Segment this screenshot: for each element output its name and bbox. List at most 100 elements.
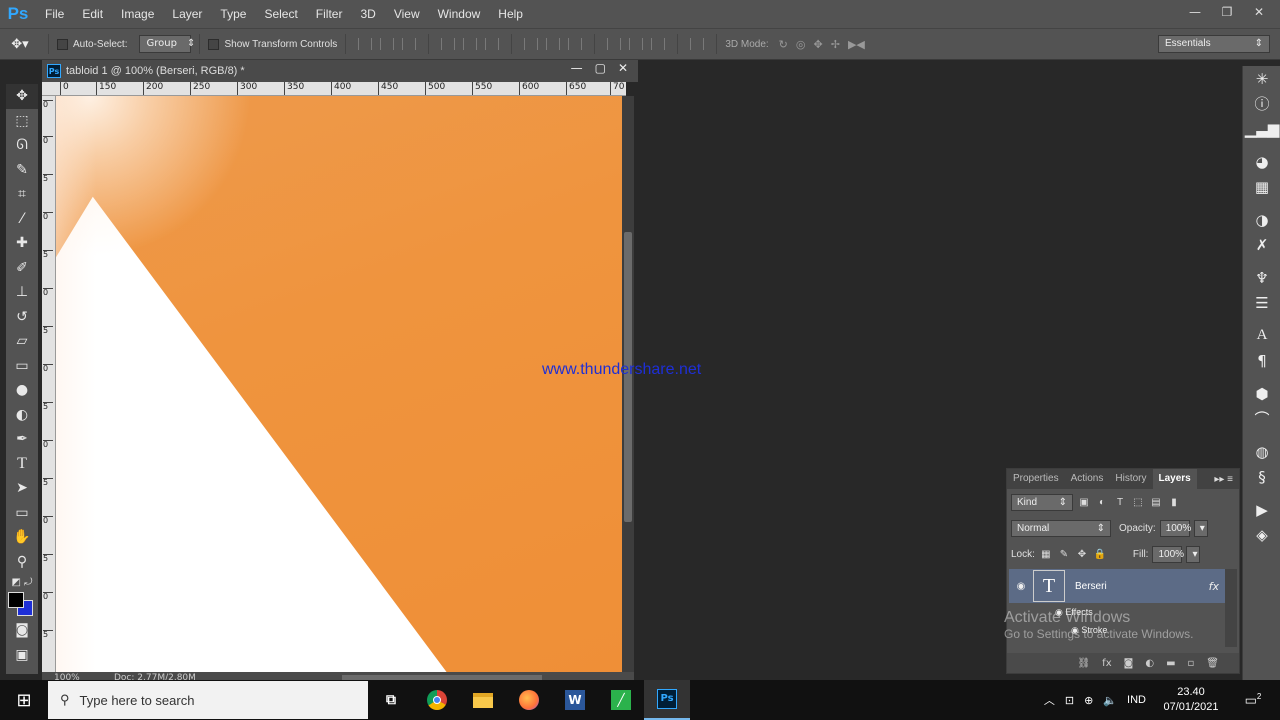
tab-layers[interactable]: Layers — [1152, 469, 1197, 489]
visibility-eye-icon[interactable]: ◉ — [1009, 581, 1033, 592]
chevron-down-icon[interactable]: ▾ — [1186, 545, 1201, 563]
brush-presets-icon[interactable]: ♆ — [1243, 265, 1280, 290]
menu-image[interactable]: Image — [112, 0, 163, 28]
swatches-icon[interactable]: ▦ — [1243, 174, 1280, 199]
paragraph-icon[interactable]: ¶ — [1243, 348, 1280, 373]
network-icon[interactable]: ⊡ — [1065, 694, 1074, 707]
layers-stack-icon[interactable]: ◈ — [1243, 522, 1280, 547]
distribute-vcenter-icon[interactable] — [546, 38, 561, 50]
filter-kind-dropdown[interactable]: Kind ⇕ — [1011, 493, 1073, 511]
doc-close-button[interactable]: ✕ — [618, 61, 628, 75]
doc-minimize-button[interactable]: — — [571, 61, 583, 75]
photoshop-taskbar-icon[interactable]: Ps — [644, 680, 690, 720]
channels-icon[interactable]: ◍ — [1243, 439, 1280, 464]
distribute-right-icon[interactable] — [651, 38, 666, 50]
add-mask-icon[interactable]: ◙ — [1124, 658, 1134, 669]
fill-field[interactable]: 100% — [1152, 545, 1184, 563]
ruler-horizontal[interactable]: 0 150 200 250 300 350 400 450 500 550 60… — [42, 82, 626, 96]
filter-toggle-icon[interactable]: ▮ — [1167, 495, 1181, 509]
color-swatches[interactable] — [6, 590, 38, 618]
histogram-icon[interactable]: ▁▃▆ — [1243, 116, 1280, 141]
lasso-tool-icon[interactable]: ᘏ — [6, 133, 38, 158]
restore-button[interactable]: ❐ — [1214, 2, 1240, 22]
styles-icon[interactable]: ✗ — [1243, 232, 1280, 257]
eyedropper-tool-icon[interactable]: ⁄ — [6, 207, 38, 232]
menu-window[interactable]: Window — [429, 0, 490, 28]
eraser-tool-icon[interactable]: ▱ — [6, 329, 38, 354]
globe-icon[interactable]: ⊕ — [1084, 694, 1093, 707]
layer-item-berseri[interactable]: ◉ T Berseri fx — [1009, 569, 1225, 603]
firefox-icon[interactable] — [506, 680, 552, 720]
menu-edit[interactable]: Edit — [73, 0, 112, 28]
character-icon[interactable]: A — [1243, 323, 1280, 348]
path-select-tool-icon[interactable]: ➤ — [6, 476, 38, 501]
tab-actions[interactable]: Actions — [1065, 469, 1110, 489]
lock-all-icon[interactable]: 🔒 — [1093, 547, 1107, 561]
language-indicator[interactable]: IND — [1127, 694, 1146, 706]
healing-brush-tool-icon[interactable]: ✚ — [6, 231, 38, 256]
quick-mask-icon[interactable]: ◙ — [6, 618, 38, 643]
distribute-top-icon[interactable] — [524, 38, 539, 50]
document-canvas[interactable] — [56, 96, 622, 672]
task-view-icon[interactable]: ⧉ — [368, 680, 414, 720]
align-vcenter-icon[interactable] — [380, 38, 395, 50]
info-icon[interactable]: ⓘ — [1243, 91, 1280, 116]
filter-type-icon[interactable]: T — [1113, 495, 1127, 509]
layers-scrollbar[interactable] — [1225, 569, 1237, 647]
zoom-tool-icon[interactable]: ⚲ — [6, 550, 38, 575]
color-icon[interactable]: ◕ — [1243, 149, 1280, 174]
filter-adjustment-icon[interactable]: ◐ — [1095, 495, 1109, 509]
tab-properties[interactable]: Properties — [1007, 469, 1065, 489]
blur-tool-icon[interactable]: ● — [6, 378, 38, 403]
new-group-icon[interactable]: ▬ — [1166, 658, 1175, 669]
align-right-icon[interactable] — [485, 38, 500, 50]
new-adjustment-icon[interactable]: ◐ — [1145, 658, 1154, 669]
hand-tool-icon[interactable]: ✋ — [6, 525, 38, 550]
delete-layer-icon[interactable]: 🗑 — [1206, 658, 1219, 669]
document-tab[interactable]: Ps tabloid 1 @ 100% (Berseri, RGB/8) * —… — [42, 60, 638, 82]
actions-play-icon[interactable]: ▶ — [1243, 497, 1280, 522]
doc-maximize-button[interactable]: ▢ — [595, 61, 606, 75]
lock-position-icon[interactable]: ✥ — [1075, 547, 1089, 561]
menu-select[interactable]: Select — [255, 0, 306, 28]
lock-pixels-icon[interactable]: ✎ — [1057, 547, 1071, 561]
3d-rotate-icon[interactable]: ↻ — [779, 38, 788, 51]
word-icon[interactable]: W — [552, 680, 598, 720]
minimize-button[interactable]: — — [1182, 2, 1208, 22]
add-style-icon[interactable]: fx — [1102, 658, 1111, 669]
brush-settings-icon[interactable]: ☰ — [1243, 290, 1280, 315]
menu-file[interactable]: File — [36, 0, 73, 28]
new-layer-icon[interactable]: ▫ — [1188, 658, 1195, 669]
quick-select-tool-icon[interactable]: ✎ — [6, 158, 38, 183]
paths-icon[interactable]: ⌒ — [1243, 406, 1280, 431]
blend-mode-dropdown[interactable]: Normal ⇕ — [1011, 519, 1111, 537]
foreground-color-swatch[interactable] — [8, 592, 24, 608]
taskbar-search[interactable]: ⚲ Type here to search — [48, 681, 368, 719]
lock-transparent-icon[interactable]: ▦ — [1039, 547, 1053, 561]
3d-pan-icon[interactable]: ✥ — [814, 38, 823, 51]
panel-menu-icon[interactable]: ▸▸ ≡ — [1214, 474, 1239, 485]
file-explorer-icon[interactable] — [460, 680, 506, 720]
3d-slide-icon[interactable]: ✢ — [831, 38, 840, 51]
menu-filter[interactable]: Filter — [307, 0, 352, 28]
align-top-icon[interactable] — [358, 38, 373, 50]
workspace-dropdown[interactable]: Essentials ⇕ — [1158, 35, 1270, 53]
rectangle-tool-icon[interactable]: ▭ — [6, 501, 38, 526]
distribute-hcenter-icon[interactable] — [629, 38, 644, 50]
pen-tool-icon[interactable]: ✒ — [6, 427, 38, 452]
menu-type[interactable]: Type — [211, 0, 255, 28]
align-hcenter-icon[interactable] — [463, 38, 478, 50]
menu-view[interactable]: View — [385, 0, 429, 28]
close-button[interactable]: ✕ — [1246, 2, 1272, 22]
timeline-icon[interactable]: § — [1243, 464, 1280, 489]
3d-scale-icon[interactable]: ▶◀ — [848, 38, 865, 51]
chevron-down-icon[interactable]: ▾ — [1193, 519, 1208, 537]
link-layers-icon[interactable]: ⛓ — [1077, 658, 1090, 669]
show-transform-checkbox[interactable]: Show Transform Controls — [208, 38, 337, 50]
distribute-left-icon[interactable] — [607, 38, 622, 50]
chevron-up-icon[interactable]: ︿ — [1044, 692, 1055, 708]
type-tool-icon[interactable]: T — [6, 452, 38, 477]
auto-select-checkbox[interactable]: Auto-Select: — [57, 38, 127, 50]
tab-history[interactable]: History — [1109, 469, 1152, 489]
history-brush-tool-icon[interactable]: ↺ — [6, 305, 38, 330]
